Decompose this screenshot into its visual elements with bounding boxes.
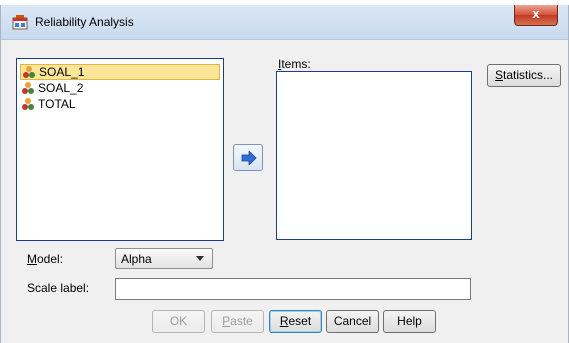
nominal-variable-icon	[22, 82, 34, 94]
scale-label-input[interactable]	[115, 278, 471, 300]
list-item-label: SOAL_2	[38, 81, 84, 95]
list-item-label: TOTAL	[38, 97, 76, 111]
close-icon: x	[532, 6, 540, 21]
ok-button[interactable]: OK	[152, 310, 205, 333]
window-title: Reliability Analysis	[35, 15, 134, 29]
list-item[interactable]: TOTAL	[20, 96, 220, 112]
title-bar[interactable]: Reliability Analysis x	[1, 5, 568, 40]
nominal-variable-icon	[23, 66, 35, 78]
model-value: Alpha	[121, 252, 152, 266]
scale-label-caption: Scale label:	[27, 281, 90, 295]
chevron-down-icon	[196, 256, 204, 261]
close-button[interactable]: x	[514, 5, 558, 26]
reliability-analysis-dialog: Reliability Analysis x SOAL_1 SOAL_2 TOT…	[0, 5, 569, 343]
arrow-right-icon	[241, 151, 257, 165]
items-label: Items:	[278, 57, 311, 71]
list-item-label: SOAL_1	[39, 65, 85, 79]
items-label-rest: tems:	[281, 57, 311, 71]
cancel-button[interactable]: Cancel	[326, 310, 379, 333]
help-button[interactable]: Help	[383, 310, 436, 333]
move-to-items-button[interactable]	[233, 144, 263, 171]
source-variable-list[interactable]: SOAL_1 SOAL_2 TOTAL	[16, 58, 224, 241]
model-label: Model:	[27, 252, 64, 266]
app-icon	[12, 15, 28, 30]
reset-button[interactable]: Reset	[269, 310, 322, 333]
statistics-button[interactable]: Statistics...	[487, 64, 561, 87]
paste-button[interactable]: Paste	[211, 310, 264, 333]
list-item[interactable]: SOAL_2	[20, 80, 220, 96]
items-list[interactable]	[276, 71, 472, 240]
model-dropdown[interactable]: Alpha	[115, 248, 213, 269]
list-item[interactable]: SOAL_1	[20, 64, 220, 80]
nominal-variable-icon	[22, 98, 34, 110]
